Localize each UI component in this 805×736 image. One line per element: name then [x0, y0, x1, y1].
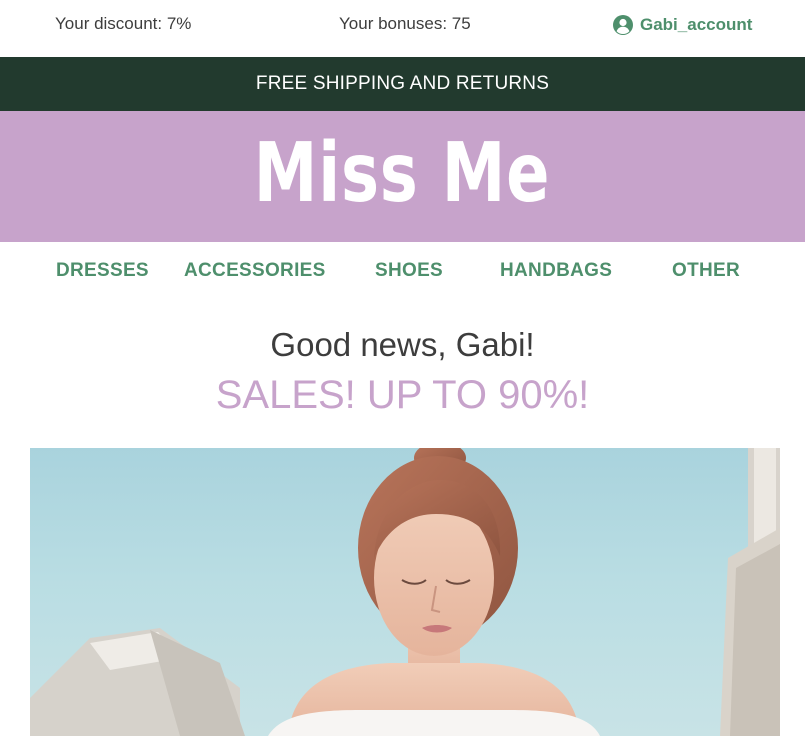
shipping-text: FREE SHIPPING AND RETURNS: [255, 73, 550, 94]
hero-photo-illustration: [30, 448, 780, 736]
shipping-banner: FREE SHIPPING AND RETURNS: [0, 57, 805, 111]
category-nav: DRESSES ACCESSORIES SHOES HANDBAGS OTHER: [0, 242, 805, 300]
discount-text: Your discount: 7%: [55, 14, 192, 33]
greeting-text: Good news, Gabi!: [270, 326, 535, 363]
brand-banner: Miss Me: [0, 111, 805, 242]
account-label: Gabi_account: [640, 15, 753, 34]
top-info-bar: Your discount: 7% Your bonuses: 75 Gabi_…: [0, 0, 805, 57]
promo-headline: Good news, Gabi! SALES! UP TO 90%!: [0, 328, 805, 415]
nav-item-shoes[interactable]: SHOES: [375, 260, 443, 282]
nav-item-dresses[interactable]: DRESSES: [56, 260, 149, 282]
nav-item-other[interactable]: OTHER: [672, 260, 740, 282]
sales-text: SALES! UP TO 90%!: [215, 373, 590, 417]
hero-image[interactable]: [30, 448, 780, 736]
nav-item-accessories[interactable]: ACCESSORIES: [184, 260, 326, 282]
user-circle-icon: [612, 14, 634, 36]
bonuses-text: Your bonuses: 75: [339, 14, 471, 33]
brand-logo[interactable]: Miss Me: [254, 132, 550, 215]
account-link[interactable]: Gabi_account: [612, 14, 752, 36]
nav-item-handbags[interactable]: HANDBAGS: [500, 260, 612, 282]
